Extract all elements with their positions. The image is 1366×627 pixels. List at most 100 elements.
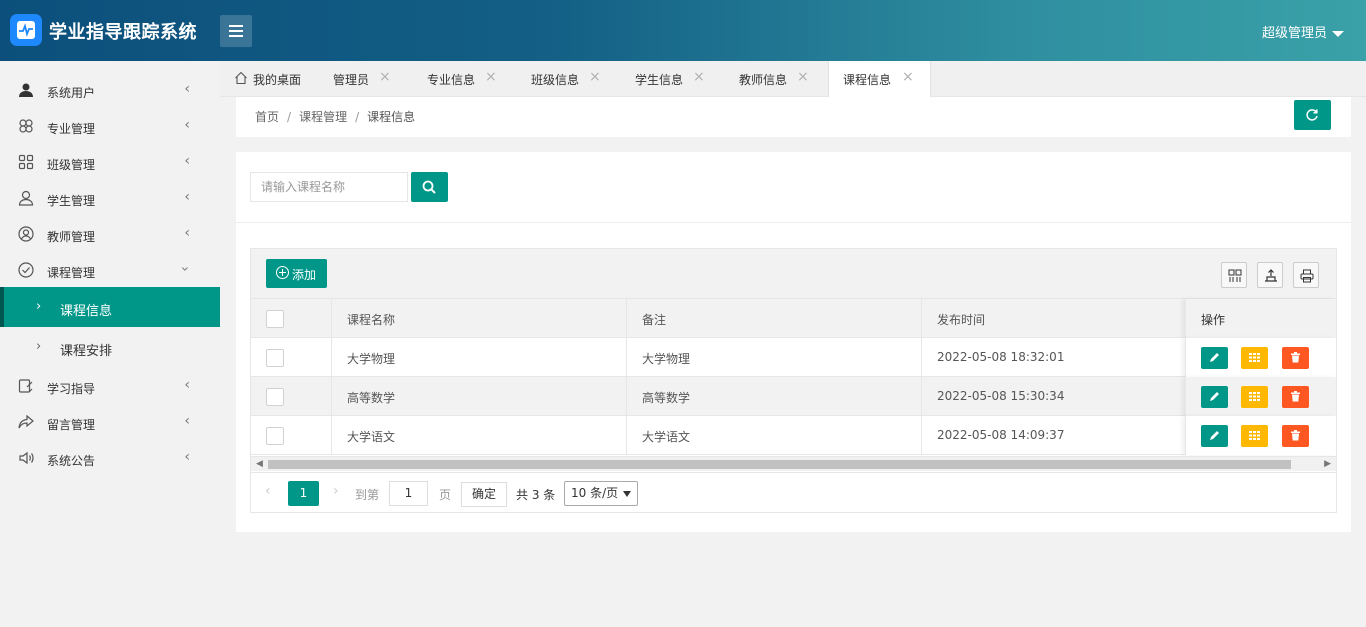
- note-cell: 高等数学: [627, 377, 922, 416]
- table-header-row: 课程名称 备注 发布时间 操作: [251, 299, 1336, 338]
- sidebar-sub-course-schedule[interactable]: › 课程安排: [0, 327, 220, 367]
- close-icon[interactable]: ×: [589, 69, 601, 85]
- detail-button[interactable]: [1241, 347, 1268, 369]
- sidebar-item-class[interactable]: 班级管理 ‹: [0, 143, 220, 179]
- tab-desktop[interactable]: 我的桌面: [220, 61, 315, 97]
- sidebar-item-notice[interactable]: 系统公告 ‹: [0, 439, 220, 475]
- detail-button[interactable]: [1241, 386, 1268, 408]
- check-circle-icon: [18, 262, 34, 278]
- delete-button[interactable]: [1282, 347, 1309, 369]
- column-header[interactable]: 发布时间: [922, 299, 1185, 338]
- close-icon[interactable]: ×: [693, 69, 705, 85]
- sidebar: 系统用户 ‹ 专业管理 ‹ 班级管理 ‹ 学生管理 ‹ 教师管理 ‹ 课程管理 …: [0, 61, 220, 627]
- breadcrumb: 首页 / 课程管理 / 课程信息: [255, 108, 415, 125]
- column-header: 操作: [1185, 299, 1336, 338]
- tab-course-info[interactable]: 课程信息 ×: [828, 61, 931, 98]
- sidebar-item-label: 系统用户: [47, 86, 96, 100]
- pencil-icon: [1210, 353, 1219, 362]
- breadcrumb-home[interactable]: 首页: [255, 110, 279, 124]
- sidebar-item-label: 留言管理: [47, 418, 96, 432]
- scrollbar-thumb[interactable]: [268, 460, 1291, 469]
- tab-class-info[interactable]: 班级信息 ×: [518, 61, 622, 97]
- menu-toggle-button[interactable]: [220, 15, 252, 47]
- prev-page-button[interactable]: ‹: [265, 483, 271, 499]
- actions-cell: [1185, 416, 1336, 455]
- tab-label: 学生信息: [635, 73, 684, 87]
- sidebar-item-system-users[interactable]: 系统用户 ‹: [0, 71, 220, 107]
- active-indicator: [0, 287, 4, 327]
- add-button[interactable]: 添加: [266, 259, 327, 288]
- speaker-icon: [19, 451, 34, 465]
- note-cell: 大学物理: [627, 338, 922, 377]
- edit-button[interactable]: [1201, 347, 1228, 369]
- checkbox-cell: [251, 338, 332, 377]
- columns-filter-button[interactable]: [1221, 262, 1247, 288]
- sidebar-item-major[interactable]: 专业管理 ‹: [0, 107, 220, 143]
- course-name: 大学语文: [347, 430, 396, 444]
- close-icon[interactable]: ×: [485, 69, 497, 85]
- goto-page-input[interactable]: 1: [389, 481, 428, 506]
- export-button[interactable]: [1257, 262, 1283, 288]
- delete-button[interactable]: [1282, 425, 1309, 447]
- sidebar-item-teacher[interactable]: 教师管理 ‹: [0, 215, 220, 251]
- search-icon: [422, 180, 436, 194]
- column-header[interactable]: 课程名称: [332, 299, 627, 338]
- sidebar-item-course[interactable]: 课程管理 ‹: [0, 251, 220, 287]
- tab-student-info[interactable]: 学生信息 ×: [622, 61, 726, 97]
- column-header[interactable]: 备注: [627, 299, 922, 338]
- row-checkbox[interactable]: [266, 388, 284, 406]
- sidebar-item-student[interactable]: 学生管理 ‹: [0, 179, 220, 215]
- caret-down-icon: [1332, 30, 1344, 37]
- chevron-left-icon: ‹: [184, 117, 190, 133]
- refresh-button[interactable]: [1294, 100, 1331, 130]
- tab-teacher-info[interactable]: 教师信息 ×: [726, 61, 830, 97]
- close-icon[interactable]: ×: [797, 69, 809, 85]
- tab-major-info[interactable]: 专业信息 ×: [414, 61, 518, 97]
- edit-button[interactable]: [1201, 425, 1228, 447]
- horizontal-scrollbar[interactable]: ◀ ▶: [251, 456, 1336, 471]
- course-name-cell: 大学语文: [332, 416, 627, 455]
- close-icon[interactable]: ×: [379, 69, 391, 85]
- chevron-left-icon: ‹: [184, 153, 190, 169]
- sidebar-item-message[interactable]: 留言管理 ‹: [0, 403, 220, 439]
- student-icon: [18, 190, 34, 206]
- sidebar-sub-course-info[interactable]: › 课程信息: [0, 287, 220, 327]
- print-button[interactable]: [1293, 262, 1319, 288]
- tab-label: 专业信息: [427, 73, 476, 87]
- chevron-down-icon: ‹: [177, 266, 194, 272]
- sidebar-item-guidance[interactable]: 学习指导 ‹: [0, 367, 220, 403]
- tab-label: 教师信息: [739, 73, 788, 87]
- refresh-icon: [1306, 109, 1318, 121]
- column-header-label: 发布时间: [937, 313, 986, 327]
- close-icon[interactable]: ×: [902, 69, 914, 85]
- delete-button[interactable]: [1282, 386, 1309, 408]
- publish-time: 2022-05-08 18:32:01: [937, 350, 1065, 364]
- edit-button[interactable]: [1201, 386, 1228, 408]
- hamburger-icon-line: [229, 30, 243, 32]
- breadcrumb-separator: /: [287, 110, 292, 124]
- page-size-select[interactable]: 10 条/页: [564, 481, 638, 506]
- scroll-right-arrow-icon[interactable]: ▶: [1324, 459, 1331, 469]
- sidebar-item-label: 教师管理: [47, 230, 96, 244]
- breadcrumb-course-manage[interactable]: 课程管理: [299, 110, 347, 124]
- tab-label: 管理员: [333, 73, 370, 87]
- printer-icon: [1300, 269, 1314, 283]
- user-menu[interactable]: 超级管理员: [1262, 22, 1344, 41]
- row-checkbox[interactable]: [266, 349, 284, 367]
- next-page-button[interactable]: ›: [333, 483, 339, 499]
- detail-button[interactable]: [1241, 425, 1268, 447]
- goto-confirm-button[interactable]: 确定: [461, 482, 507, 507]
- search-button[interactable]: [411, 172, 448, 202]
- current-page[interactable]: 1: [288, 481, 319, 506]
- course-name: 高等数学: [347, 391, 396, 405]
- row-checkbox[interactable]: [266, 427, 284, 445]
- page-label: 页: [439, 488, 452, 502]
- search-input[interactable]: 请输入课程名称: [250, 172, 408, 202]
- sidebar-sub-label: 课程信息: [60, 304, 113, 319]
- chevron-left-icon: ‹: [184, 377, 190, 393]
- chevron-left-icon: ‹: [184, 189, 190, 205]
- tab-admin[interactable]: 管理员 ×: [319, 61, 414, 97]
- scroll-left-arrow-icon[interactable]: ◀: [256, 459, 263, 469]
- export-icon: [1265, 269, 1277, 282]
- select-all-checkbox[interactable]: [266, 310, 284, 328]
